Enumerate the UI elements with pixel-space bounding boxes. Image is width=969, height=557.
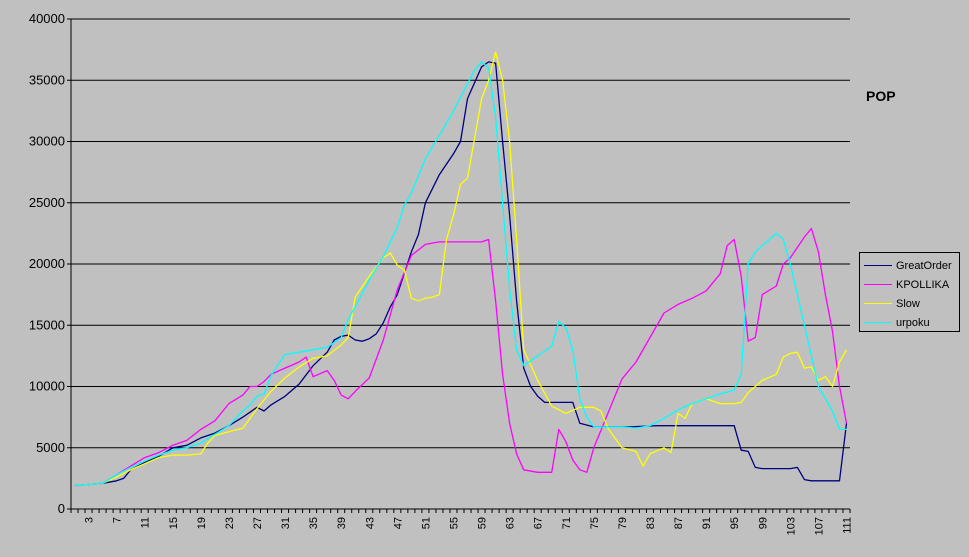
legend-item-kpollika: KPOLLIKA: [860, 275, 959, 294]
x-tick-label: 103: [785, 517, 797, 535]
legend-label: KPOLLIKA: [896, 278, 950, 291]
y-tick-label: 25000: [29, 195, 65, 210]
legend-swatch: [864, 322, 892, 323]
x-tick-label: 51: [420, 517, 432, 529]
legend-label: GreatOrder: [896, 259, 952, 272]
x-tick-label: 63: [505, 517, 517, 529]
x-tick-label: 55: [448, 517, 460, 529]
legend: GreatOrder KPOLLIKA Slow urpoku: [859, 252, 960, 332]
x-tick-label: 59: [477, 517, 489, 529]
x-tick-label: 79: [617, 517, 629, 529]
line-chart: 0 5000 10000 15000 20000 25000 30000 35000 40000…: [29, 11, 854, 535]
legend-item-greatorder: GreatOrder: [860, 256, 959, 275]
x-tick-label: 11: [140, 517, 152, 528]
x-tick-label: 43: [364, 517, 376, 529]
x-tick-label: 87: [673, 517, 685, 529]
y-tick-label: 40000: [29, 11, 65, 26]
x-tick-label: 27: [252, 517, 264, 529]
y-tick-label: 20000: [29, 256, 65, 271]
x-tick-label: 71: [561, 517, 573, 529]
legend-label: Slow: [896, 297, 920, 310]
x-axis-tick-labels: 3 7 11 15 19 23 27 31 35 39 43 47 51 55 59 63 67 71 75 79 83…: [70, 509, 853, 535]
legend-swatch: [864, 284, 892, 285]
x-tick-label: 35: [308, 517, 320, 529]
x-tick-label: 83: [645, 517, 657, 529]
x-tick-label: 111: [841, 517, 853, 534]
y-tick-label: 5000: [36, 440, 65, 455]
x-tick-label: 95: [729, 517, 741, 529]
y-tick-label: 10000: [29, 379, 65, 394]
y-axis-tick-labels: 0 5000 10000 15000 20000 25000 30000 35000 40000: [29, 11, 71, 516]
legend-swatch: [864, 303, 892, 304]
x-tick-label: 31: [280, 517, 292, 529]
y-tick-label: 0: [58, 501, 65, 516]
x-tick-label: 47: [392, 517, 404, 529]
y-tick-label: 15000: [29, 317, 65, 332]
x-tick-label: 107: [813, 517, 825, 535]
x-tick-label: 15: [168, 517, 180, 529]
chart-title: POP: [866, 88, 896, 104]
x-tick-label: 91: [701, 517, 713, 529]
x-tick-label: 75: [589, 517, 601, 529]
y-tick-label: 35000: [29, 72, 65, 87]
x-tick-label: 19: [196, 517, 208, 529]
x-tick-label: 99: [757, 517, 769, 529]
x-tick-label: 67: [533, 517, 545, 529]
x-tick-label: 39: [336, 517, 348, 529]
legend-item-urpoku: urpoku: [860, 313, 959, 332]
x-tick-label: 23: [224, 517, 236, 529]
x-tick-label: 7: [112, 517, 124, 523]
y-tick-label: 30000: [29, 134, 65, 149]
legend-label: urpoku: [896, 316, 930, 329]
x-tick-label: 3: [84, 517, 96, 523]
legend-swatch: [864, 265, 892, 266]
legend-item-slow: Slow: [860, 294, 959, 313]
